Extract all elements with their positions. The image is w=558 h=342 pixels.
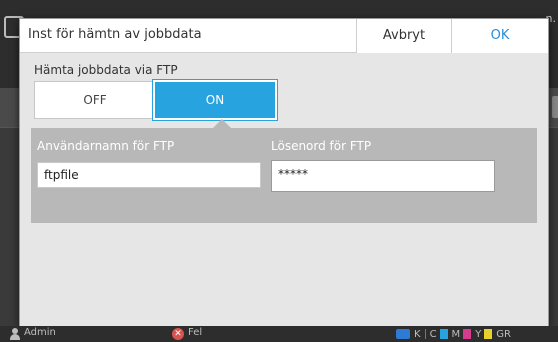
ftp-toggle: OFF ON xyxy=(34,79,279,121)
ftp-username-input[interactable]: ftpfile xyxy=(37,162,261,188)
ink-y-label: Y xyxy=(475,328,482,340)
error-icon: ✕ xyxy=(172,328,184,340)
ftp-password-input[interactable]: ***** xyxy=(271,160,495,192)
user-icon xyxy=(10,328,20,340)
ftp-username-label: Användarnamn för FTP xyxy=(37,139,175,153)
scroll-tab[interactable] xyxy=(552,96,558,118)
ftp-fetch-label: Hämta jobbdata via FTP xyxy=(34,63,178,77)
ink-m-bar xyxy=(463,329,472,339)
ink-c-label: C xyxy=(429,328,437,340)
ink-y: Y xyxy=(475,328,493,340)
ftp-credentials-panel: Användarnamn för FTP Lösenord för FTP ft… xyxy=(31,119,537,223)
ink-m-label: M xyxy=(451,328,461,340)
job-data-fetch-dialog: Inst för hämtn av jobbdata Avbryt OK Häm… xyxy=(19,18,549,328)
ink-k: K xyxy=(414,329,421,340)
status-bar: Admin ✕ Fel K C M Y GR xyxy=(0,326,558,342)
ok-button[interactable]: OK xyxy=(451,19,548,53)
ftp-password-label: Lösenord för FTP xyxy=(271,139,372,153)
ink-c: C xyxy=(430,329,448,340)
ink-icon xyxy=(396,329,410,339)
ink-levels: K C M Y GR xyxy=(396,328,511,340)
ink-gr-label: GR xyxy=(496,328,511,340)
cancel-button[interactable]: Avbryt xyxy=(356,19,451,53)
ink-c-bar xyxy=(439,329,448,339)
ink-y-bar xyxy=(484,329,493,339)
dialog-title: Inst för hämtn av jobbdata xyxy=(28,27,202,42)
panel-pointer xyxy=(213,119,231,128)
error-label: Fel xyxy=(188,327,203,338)
toggle-on-button[interactable]: ON xyxy=(152,79,278,121)
user-name: Admin xyxy=(24,327,56,338)
toggle-off-button[interactable]: OFF xyxy=(34,81,156,119)
ink-gr: GR xyxy=(496,329,511,340)
ink-k-label: K xyxy=(414,328,421,340)
ink-m: M xyxy=(452,329,472,340)
dialog-header: Inst för hämtn av jobbdata Avbryt OK xyxy=(20,19,548,53)
ink-separator xyxy=(424,329,426,339)
